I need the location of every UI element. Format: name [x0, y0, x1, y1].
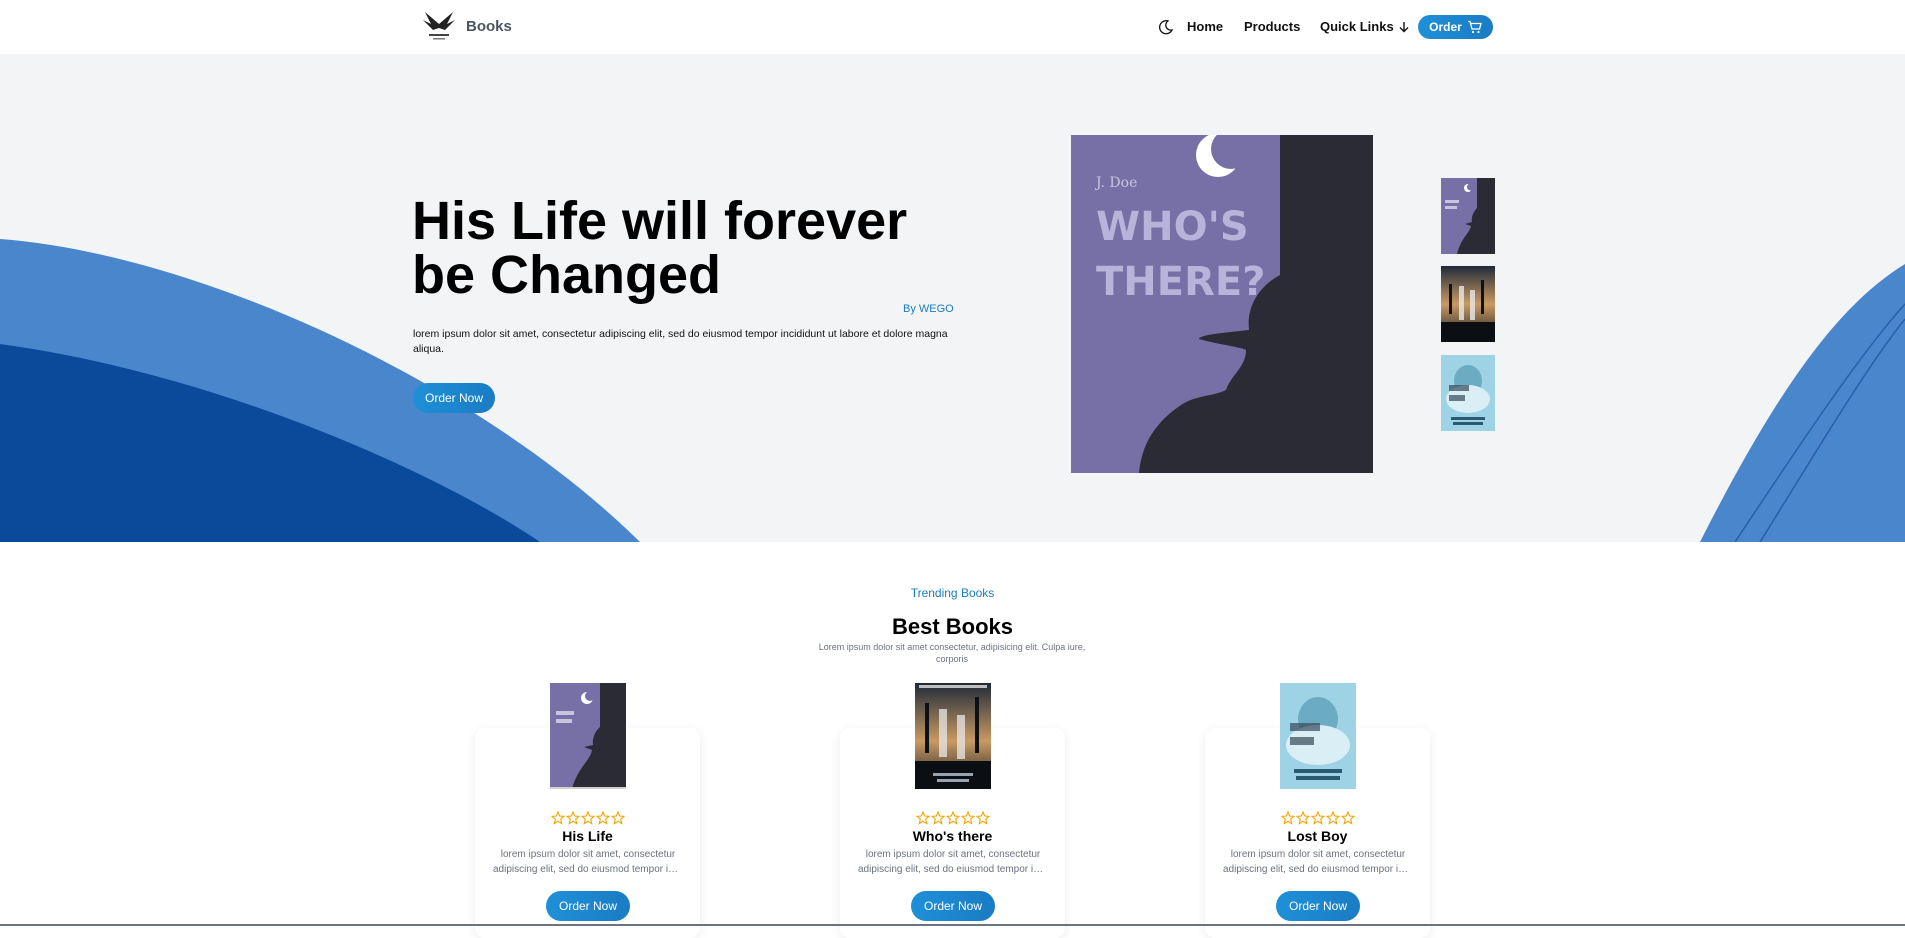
featured-cover-title-line1: WHO'S: [1096, 204, 1249, 250]
logo-bird-icon[interactable]: [421, 10, 457, 44]
nav-quick-links-label: Quick Links: [1320, 19, 1394, 34]
book-description-line2: adipiscing elit, sed do eiusmod tempor i…: [858, 864, 1048, 875]
book-title: Who's there: [912, 828, 993, 844]
star-icon[interactable]: [550, 811, 565, 825]
trending-subtitle: Lorem ipsum dolor sit amet consectetur, …: [818, 642, 1086, 664]
navbar: Books Home Products Quick Links Order: [0, 0, 1905, 54]
book-description: lorem ipsum dolor sit amet, consectetur …: [858, 847, 1048, 877]
star-icon[interactable]: [915, 811, 930, 825]
book-card: Who's there lorem ipsum dolor sit amet, …: [840, 683, 1065, 938]
star-icon[interactable]: [595, 811, 610, 825]
nav-products[interactable]: Products: [1244, 19, 1300, 34]
nav-home[interactable]: Home: [1187, 19, 1223, 34]
arrow-down-icon: [1399, 21, 1409, 32]
star-icon[interactable]: [960, 811, 975, 825]
star-icon[interactable]: [1340, 811, 1355, 825]
brand-name[interactable]: Books: [466, 18, 512, 35]
book-title: Lost Boy: [1287, 828, 1348, 844]
book-order-now-button[interactable]: Order Now: [1276, 891, 1360, 921]
book-cover-his-life[interactable]: [550, 683, 626, 789]
book-card: His Life lorem ipsum dolor sit amet, con…: [475, 683, 700, 938]
book-cover-whos-there[interactable]: [915, 683, 991, 789]
book-description-line1: lorem ipsum dolor sit amet, consectetur: [1230, 849, 1406, 860]
star-icon[interactable]: [1310, 811, 1325, 825]
order-button-label: Order: [1429, 20, 1462, 34]
star-icon[interactable]: [1295, 811, 1310, 825]
cart-icon: [1467, 20, 1482, 34]
hero-description: lorem ipsum dolor sit amet, consectetur …: [413, 328, 948, 355]
star-icon[interactable]: [610, 811, 625, 825]
star-icon[interactable]: [580, 811, 595, 825]
moon-icon[interactable]: [1158, 19, 1174, 35]
star-icon[interactable]: [1280, 811, 1295, 825]
star-icon[interactable]: [1325, 811, 1340, 825]
book-title: His Life: [562, 828, 613, 844]
star-icon[interactable]: [945, 811, 960, 825]
book-description: lorem ipsum dolor sit amet, consectetur …: [493, 847, 683, 877]
order-button[interactable]: Order: [1418, 15, 1493, 39]
book-description-line1: lorem ipsum dolor sit amet, consectetur: [865, 849, 1041, 860]
thumbnail-lost-boy[interactable]: [1441, 355, 1495, 431]
hero-section: His Life will forever be Changed By WEGO…: [0, 54, 1905, 542]
hero-order-now-button[interactable]: Order Now: [413, 383, 495, 413]
book-description-line2: adipiscing elit, sed do eiusmod tempor i…: [1223, 864, 1413, 875]
book-card: Lost Boy lorem ipsum dolor sit amet, con…: [1205, 683, 1430, 938]
hero-title: His Life will forever be Changed: [412, 191, 908, 305]
featured-book-cover: J. Doe WHO'S THERE?: [1071, 135, 1373, 473]
thumbnail-whos-there[interactable]: [1441, 178, 1495, 254]
book-description: lorem ipsum dolor sit amet, consectetur …: [1223, 847, 1413, 877]
trending-title: Best Books: [891, 614, 1014, 639]
hero-author: By WEGO: [903, 303, 954, 315]
book-order-now-button[interactable]: Order Now: [546, 891, 630, 921]
rating-stars: [1205, 811, 1430, 825]
trending-eyebrow: Trending Books: [910, 586, 995, 600]
star-icon[interactable]: [565, 811, 580, 825]
star-icon[interactable]: [975, 811, 990, 825]
featured-cover-author: J. Doe: [1094, 175, 1137, 191]
rating-stars: [475, 811, 700, 825]
nav-quick-links[interactable]: Quick Links: [1320, 19, 1410, 34]
book-order-now-button[interactable]: Order Now: [911, 891, 995, 921]
thumbnail-his-life[interactable]: [1441, 266, 1495, 342]
rating-stars: [840, 811, 1065, 825]
book-description-line2: adipiscing elit, sed do eiusmod tempor i…: [493, 864, 683, 875]
book-cover-lost-boy[interactable]: [1280, 683, 1356, 789]
featured-cover-title-line2: THERE?: [1096, 259, 1265, 305]
book-description-line1: lorem ipsum dolor sit amet, consectetur: [500, 849, 676, 860]
star-icon[interactable]: [930, 811, 945, 825]
